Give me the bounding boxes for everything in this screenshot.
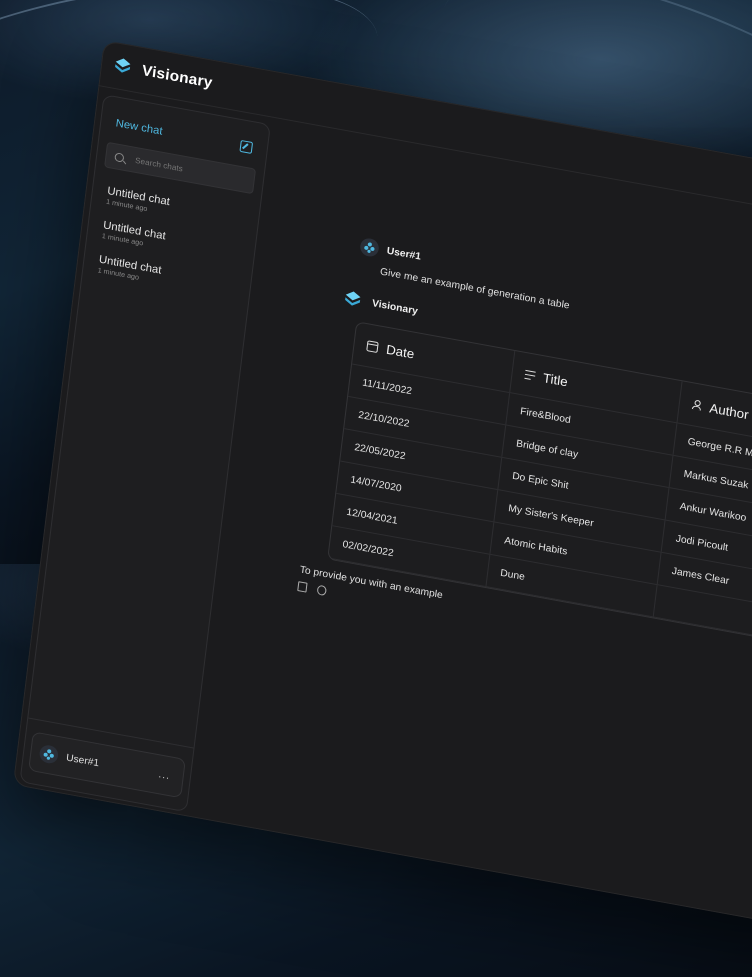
avatar [359, 236, 380, 258]
avatar [38, 743, 60, 765]
sidebar: New chat Untitled chat 1 minute ago Unti… [19, 94, 271, 813]
edit-icon[interactable] [239, 139, 254, 154]
message-author: Visionary [371, 297, 419, 317]
app-window: Visionary New chat Untitled chat 1 minut… [12, 40, 752, 977]
user-avatar-icon [364, 242, 375, 253]
calendar-icon [366, 339, 379, 353]
person-icon [692, 399, 702, 410]
app-title: Visionary [141, 61, 214, 92]
text-lines-icon [524, 369, 536, 381]
header-label: Title [542, 369, 569, 389]
visionary-logo-icon [345, 291, 361, 306]
message-author: User#1 [386, 245, 422, 263]
regenerate-icon[interactable] [316, 584, 327, 597]
search-icon [114, 151, 125, 163]
user-avatar-icon [43, 749, 54, 760]
copy-icon[interactable] [297, 581, 308, 593]
header-label: Date [385, 341, 416, 362]
conversation: User#1 Give me an example of generation … [297, 236, 752, 691]
more-options-icon[interactable]: ... [158, 769, 171, 782]
visionary-logo-icon [115, 58, 131, 73]
new-chat-button[interactable]: New chat [115, 117, 163, 137]
header-label: Author [708, 399, 750, 422]
user-card[interactable]: User#1 ... [28, 731, 186, 799]
user-footer: User#1 ... [20, 717, 194, 812]
user-name: User#1 [65, 752, 100, 769]
